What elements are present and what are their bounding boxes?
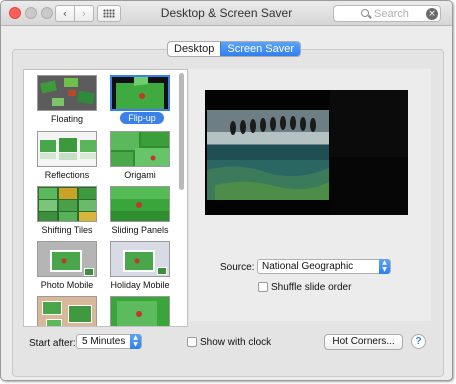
shuffle-checkbox[interactable] [258,282,268,292]
tab-desktop[interactable]: Desktop [168,42,220,56]
thumbnail-origami[interactable] [110,131,170,167]
thumbnail-ken-burns[interactable] [110,296,170,326]
label-shifting-tiles: Shifting Tiles [41,225,93,235]
thumbnail-reflections[interactable] [37,131,97,167]
close-window-button[interactable] [9,7,21,19]
shuffle-label: Shuffle slide order [271,282,352,293]
source-label: Source: [220,262,255,273]
search-placeholder: Search [374,8,409,20]
label-photo-mobile: Photo Mobile [40,280,94,290]
list-scrollbar[interactable] [179,73,184,190]
grid-icon [103,9,115,18]
source-value: National Geographic [262,261,354,272]
ken-burns-preview-art [111,297,169,326]
thumbnail-photo-mobile[interactable] [37,241,97,277]
thumbnail-holiday-mobile[interactable] [110,241,170,277]
vintage-prints-preview-art [38,297,96,326]
sliding-panels-preview-art [111,187,169,221]
thumbnail-flip-up[interactable] [110,75,170,111]
hot-corners-button[interactable]: Hot Corners... [324,334,403,350]
thumbnail-sliding-panels[interactable] [110,186,170,222]
holiday-mobile-preview-art [111,242,169,276]
show-all-button[interactable] [97,5,121,22]
thumbnail-floating[interactable] [37,75,97,111]
start-after-value: 5 Minutes [82,336,126,347]
preview-photo [205,90,408,215]
clear-icon[interactable]: × [426,8,438,20]
thumbnail-vintage-prints[interactable] [37,296,97,326]
start-after-select[interactable]: 5 Minutes ▲ ▼ [76,334,142,349]
label-floating: Floating [50,114,84,124]
label-sliding-panels: Sliding Panels [111,225,169,235]
label-reflections: Reflections [44,170,90,180]
system-preferences-window: ‹ › Desktop & Screen Saver Search × Desk… [0,0,453,381]
origami-preview-art [111,132,169,166]
minimize-window-button[interactable] [25,7,37,19]
help-icon[interactable]: ? [411,334,426,349]
title-bar: ‹ › Desktop & Screen Saver Search × [1,1,452,26]
back-button[interactable]: ‹ [55,5,75,22]
search-field[interactable]: Search × [333,5,441,22]
zoom-window-button[interactable] [41,7,53,19]
source-select[interactable]: National Geographic ▲ ▼ [257,259,391,274]
stepper-icon: ▲ ▼ [379,259,390,274]
label-flip-up: Flip-up [120,112,164,124]
flip-up-preview-art [112,77,168,109]
show-clock-checkbox[interactable] [187,337,197,347]
tab-screen-saver[interactable]: Screen Saver [220,42,301,56]
search-icon [361,9,369,17]
photo-mobile-preview-art [38,242,96,276]
stepper-icon: ▲ ▼ [130,334,141,349]
thumbnail-shifting-tiles[interactable] [37,186,97,222]
shifting-tiles-preview-art [38,187,96,221]
tab-control: Desktop Screen Saver [167,41,302,57]
show-clock-label: Show with clock [200,337,272,348]
screensaver-preview [205,90,408,215]
screensaver-list[interactable]: Floating Flip-up Reflections Origami Shi… [23,69,188,327]
reflections-preview-art [38,132,96,166]
label-holiday-mobile: Holiday Mobile [110,280,170,290]
floating-preview-art [38,76,96,110]
forward-button[interactable]: › [74,5,94,22]
start-after-label: Start after: [29,338,76,349]
label-origami: Origami [124,170,156,180]
